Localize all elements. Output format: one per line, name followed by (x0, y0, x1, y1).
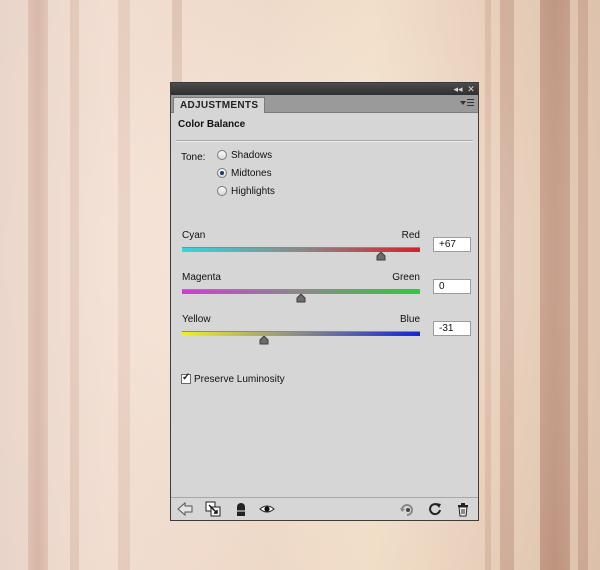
collapse-icon[interactable]: ◂◂ (452, 83, 464, 95)
yellow-blue-value-input[interactable]: -31 (433, 321, 471, 336)
cyan-red-labels: Cyan Red (182, 230, 420, 242)
slider-left-label: Yellow (182, 314, 211, 325)
radio-highlights[interactable]: Highlights (217, 186, 275, 200)
slider-left-label: Cyan (182, 230, 206, 241)
cyan-red-slider-thumb[interactable] (376, 252, 386, 261)
preserve-luminosity-checkbox[interactable]: ✓ Preserve Luminosity (181, 372, 285, 386)
checkbox-label: Preserve Luminosity (194, 374, 285, 385)
radio-label: Midtones (231, 168, 272, 179)
radio-button[interactable] (217, 186, 227, 197)
yellow-blue-labels: Yellow Blue (182, 314, 420, 326)
adjustments-panel: ◂◂ ✕ ADJUSTMENTS Color Balance Tone: Sha… (170, 82, 479, 521)
trash-icon[interactable] (455, 501, 471, 517)
panel-bottom-toolbar (171, 497, 478, 520)
radio-shadows[interactable]: Shadows (217, 150, 272, 164)
slider-left-label: Magenta (182, 272, 221, 283)
back-arrow-icon[interactable] (177, 501, 193, 517)
yellow-blue-slider-thumb[interactable] (259, 336, 269, 345)
magenta-green-slider-thumb[interactable] (296, 294, 306, 303)
adjustment-title: Color Balance (178, 119, 246, 130)
radio-midtones[interactable]: Midtones (217, 168, 272, 182)
checkbox-box[interactable]: ✓ (181, 372, 191, 385)
slider-right-label: Green (392, 272, 420, 283)
tab-adjustments[interactable]: ADJUSTMENTS (173, 97, 266, 113)
divider (176, 140, 473, 142)
close-icon[interactable]: ✕ (465, 83, 477, 95)
previous-state-icon[interactable] (399, 501, 415, 517)
visibility-eye-icon[interactable] (259, 501, 275, 517)
layer-mask-icon[interactable] (233, 501, 249, 517)
panel-title-bar[interactable]: ◂◂ ✕ (171, 83, 478, 95)
yellow-blue-track[interactable] (182, 331, 420, 336)
checkmark-icon: ✓ (182, 372, 191, 384)
radio-button[interactable] (217, 168, 227, 179)
magenta-green-value-input[interactable]: 0 (433, 279, 471, 294)
reset-icon[interactable] (427, 501, 443, 517)
cyan-red-value-input[interactable]: +67 (433, 237, 471, 252)
magenta-green-labels: Magenta Green (182, 272, 420, 284)
tone-label: Tone: (181, 152, 206, 163)
slider-right-label: Red (401, 230, 420, 241)
radio-label: Shadows (231, 150, 273, 161)
radio-button[interactable] (217, 150, 227, 161)
slider-right-label: Blue (399, 314, 420, 325)
radio-label: Highlights (231, 186, 275, 197)
clip-to-layer-icon[interactable] (205, 501, 221, 517)
panel-tab-row: ADJUSTMENTS (171, 95, 478, 113)
panel-menu-icon[interactable] (460, 98, 474, 108)
